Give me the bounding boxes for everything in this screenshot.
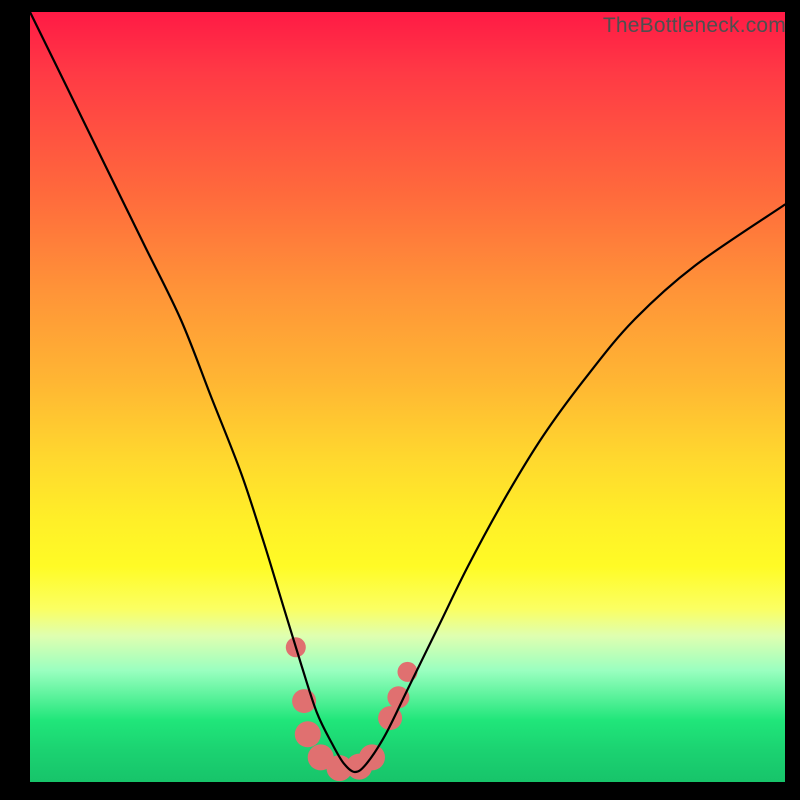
chart-background	[30, 12, 785, 782]
watermark-text: TheBottleneck.com	[603, 14, 786, 38]
